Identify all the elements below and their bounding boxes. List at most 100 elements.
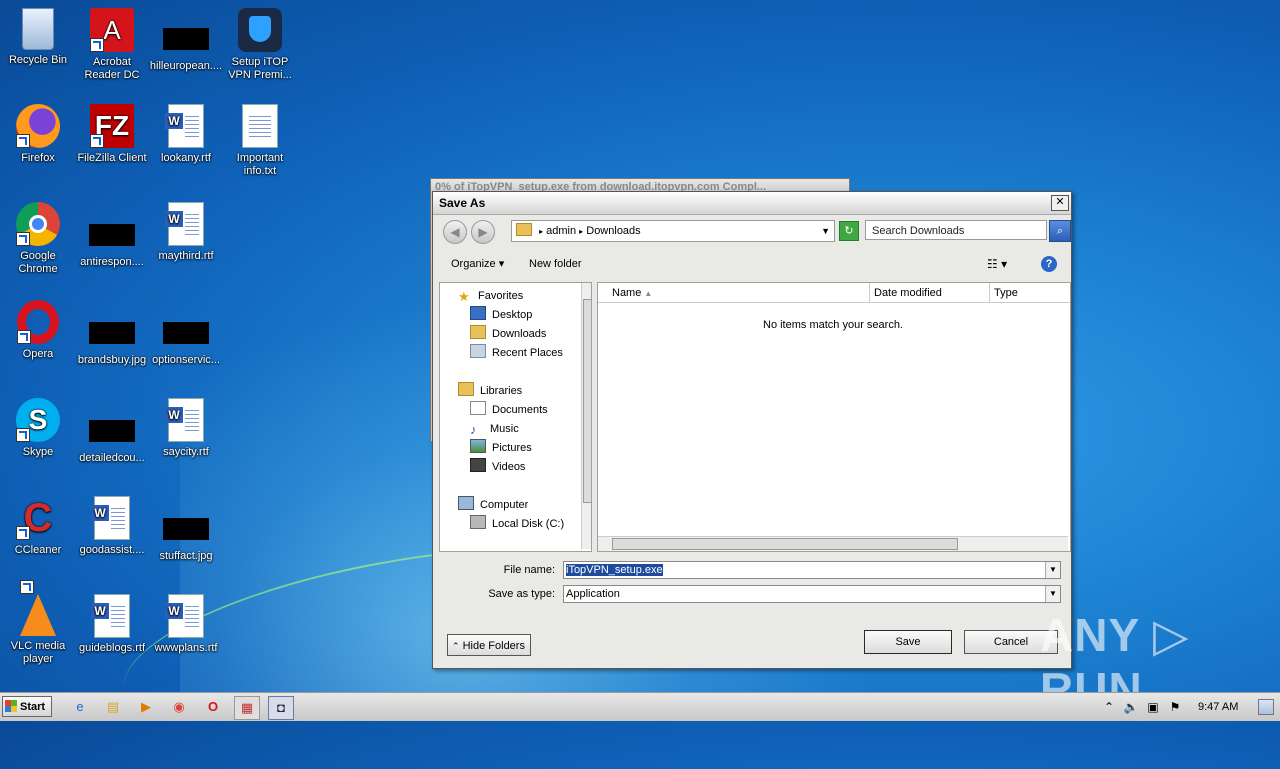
ie-taskbar-icon[interactable]: e [68, 696, 92, 718]
chrome-taskbar-icon[interactable]: ◉ [167, 696, 191, 718]
address-row: ◀ ▶ ▸ admin ▸ Downloads ▼ ↻ Search Downl… [439, 220, 1071, 244]
desktop-icon-goodassist[interactable]: W goodassist.... [74, 496, 150, 557]
file-name-input[interactable]: iTopVPN_setup.exe ▼ [563, 561, 1061, 579]
organize-menu[interactable]: Organize ▾ [451, 252, 504, 276]
nav-scrollbar[interactable] [581, 283, 591, 549]
desktop-icon-detailedcou[interactable]: detailedcou... [74, 398, 150, 465]
breadcrumb-admin[interactable]: admin [546, 225, 576, 237]
back-button[interactable]: ◀ [443, 220, 467, 244]
hide-folders-button[interactable]: ⌃ Hide Folders [447, 634, 531, 656]
desktop-icon-label: Firefox [21, 152, 55, 164]
refresh-button[interactable]: ↻ [839, 221, 859, 241]
file-list[interactable]: Name ▲ Date modified Type No items match… [597, 282, 1071, 552]
scrollbar-thumb[interactable] [612, 538, 958, 550]
file-name-row: File name: iTopVPN_setup.exe ▼ [433, 561, 1069, 579]
nav-desktop[interactable]: Desktop [470, 306, 532, 325]
nav-downloads[interactable]: Downloads [470, 325, 546, 344]
opera-taskbar-icon[interactable]: O [201, 696, 225, 718]
winrar-taskbar-icon[interactable]: ▦ [234, 696, 260, 720]
nav-favorites[interactable]: ★ Favorites [458, 287, 523, 306]
chevron-down-icon[interactable]: ▼ [821, 221, 830, 241]
nav-music[interactable]: ♪ Music [470, 420, 519, 439]
save-as-type-row: Save as type: Application ▼ [433, 585, 1069, 603]
view-options-icon[interactable]: ☷ ▾ [987, 252, 1007, 276]
forward-button[interactable]: ▶ [471, 220, 495, 244]
new-folder-button[interactable]: New folder [529, 252, 582, 276]
desktop-icon-antirespon[interactable]: antirespon.... [74, 202, 150, 269]
itop-taskbar-icon[interactable]: ◘ [268, 696, 294, 720]
desktop-icon-skype[interactable]: S Skype [0, 398, 76, 459]
save-button[interactable]: Save [864, 630, 952, 654]
desktop-icon-saycity[interactable]: W saycity.rtf [148, 398, 224, 459]
nav-documents[interactable]: Documents [470, 401, 548, 420]
close-button[interactable]: ✕ [1051, 195, 1069, 211]
nav-pictures[interactable]: Pictures [470, 439, 532, 458]
save-as-type-select[interactable]: Application ▼ [563, 585, 1061, 603]
breadcrumb-downloads[interactable]: Downloads [586, 225, 640, 237]
desktop-icon-label: wwwplans.rtf [154, 642, 218, 654]
desktop-icon-optionservic[interactable]: optionservic... [148, 300, 224, 367]
clock[interactable]: 9:47 AM [1198, 695, 1238, 719]
nav-computer[interactable]: Computer [458, 496, 528, 515]
desktop-icon-acrobat[interactable]: A Acrobat Reader DC [74, 8, 150, 82]
desktop-icon-important-info[interactable]: Important info.txt [222, 104, 298, 178]
desktop-icon-itop-vpn[interactable]: Setup iTOP VPN Premi... [222, 8, 298, 82]
chevron-down-icon[interactable]: ▼ [1045, 562, 1060, 578]
filezilla-icon: FZ [90, 104, 134, 148]
desktop-icon-label: detailedcou... [79, 452, 145, 464]
desktop-icon-ccleaner[interactable]: C CCleaner [0, 496, 76, 557]
desktop-icon-recycle-bin[interactable]: Recycle Bin [0, 8, 76, 67]
address-bar[interactable]: ▸ admin ▸ Downloads ▼ [511, 220, 835, 242]
nav-videos[interactable]: Videos [470, 458, 525, 477]
dialog-title-text: Save As [439, 196, 486, 210]
desktop-icon-filezilla[interactable]: FZ FileZilla Client [74, 104, 150, 165]
desktop-icon-maythird[interactable]: W maythird.rtf [148, 202, 224, 263]
show-hidden-icons-icon[interactable]: ⌃ [1100, 695, 1118, 719]
scrollbar-thumb[interactable] [583, 299, 591, 503]
desktop-icon-label: antirespon.... [80, 256, 144, 268]
action-center-icon[interactable]: ⚑ [1166, 695, 1184, 719]
hide-folders-label: Hide Folders [462, 640, 525, 652]
start-label: Start [20, 701, 46, 713]
desktop-icon-guideblogs[interactable]: W guideblogs.rtf [74, 594, 150, 655]
explorer-taskbar-icon[interactable]: ▤ [101, 696, 125, 718]
network-icon[interactable]: ▣ [1144, 695, 1162, 719]
desktop-icon-firefox[interactable]: Firefox [0, 104, 76, 165]
column-header-name[interactable]: Name ▲ [598, 283, 870, 303]
media-player-taskbar-icon[interactable]: ▶ [134, 696, 158, 718]
nav-local-disk[interactable]: Local Disk (C:) [470, 515, 564, 534]
desktop-icon-lookany[interactable]: W lookany.rtf [148, 104, 224, 165]
opera-icon [17, 300, 59, 344]
horizontal-scrollbar[interactable] [598, 536, 1068, 551]
nav-label: Documents [492, 404, 548, 416]
desktop-icon-wwwplans[interactable]: W wwwplans.rtf [148, 594, 224, 655]
column-header-type[interactable]: Type [990, 283, 1070, 303]
nav-recent-places[interactable]: Recent Places [470, 344, 563, 363]
desktop-icon-vlc[interactable]: VLC media player [0, 580, 76, 666]
word-doc-icon: W [91, 594, 130, 638]
navigation-pane[interactable]: ★ Favorites Desktop Downloads Recent Plac… [439, 282, 592, 552]
dialog-title: Save As ✕ [433, 192, 1071, 215]
desktop-icon-chrome[interactable]: Google Chrome [0, 202, 76, 276]
search-icon[interactable]: ⌕ [1049, 220, 1071, 242]
desktop-icon-label: Google Chrome [18, 250, 58, 275]
save-as-dialog[interactable]: Save As ✕ ◀ ▶ ▸ admin ▸ Downloads ▼ ↻ Se… [432, 191, 1072, 669]
desktop-icon-hilleuropean[interactable]: hilleuropean.... [148, 8, 224, 73]
desktop-icon-brandsbuy[interactable]: brandsbuy.jpg [74, 300, 150, 367]
start-button[interactable]: Start [2, 696, 52, 717]
column-header-date[interactable]: Date modified [870, 283, 990, 303]
help-icon[interactable]: ? [1041, 256, 1057, 272]
save-as-type-value: Application [566, 588, 620, 600]
show-desktop-button[interactable] [1258, 699, 1274, 715]
desktop-icon-stuffact[interactable]: stuffact.jpg [148, 496, 224, 563]
libraries-icon [458, 382, 474, 396]
desktop-icon-opera[interactable]: Opera [0, 300, 76, 361]
search-input[interactable]: Search Downloads [865, 220, 1047, 240]
volume-icon[interactable]: 🔈 [1122, 695, 1140, 719]
word-doc-icon: W [165, 104, 204, 148]
chevron-down-icon[interactable]: ▼ [1045, 586, 1060, 602]
system-tray: ⌃ 🔈 ▣ ⚑ 9:47 AM [1100, 695, 1280, 719]
nav-label: Local Disk (C:) [492, 518, 565, 530]
desktop-icon-label: maythird.rtf [158, 250, 214, 262]
nav-libraries[interactable]: Libraries [458, 382, 522, 401]
